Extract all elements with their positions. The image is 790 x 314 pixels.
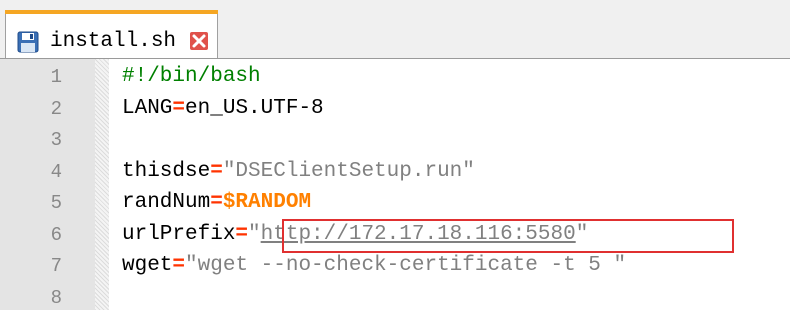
url-highlight-box: [282, 219, 734, 253]
code-token-op: =: [210, 191, 223, 214]
code-token-op: =: [172, 254, 186, 277]
line-number: 3: [50, 129, 62, 151]
code-token-plain: urlPrefix: [122, 222, 236, 246]
code-line[interactable]: 3: [0, 124, 790, 156]
line-text: thisdse="DSEClientSetup.run": [122, 156, 475, 188]
line-number: 2: [50, 97, 62, 120]
line-number: 5: [50, 192, 62, 214]
code-line[interactable]: 1 #!/bin/bash: [0, 61, 790, 93]
line-number: 8: [50, 286, 62, 309]
line-text: randNum=$RANDOM: [122, 187, 311, 219]
code-line[interactable]: 2 LANG=en_US.UTF-8: [0, 93, 790, 125]
close-icon[interactable]: [190, 32, 208, 50]
tab-active-indicator: [5, 10, 218, 14]
line-number: 6: [50, 223, 62, 246]
code-token-plain: randNum: [122, 191, 211, 214]
line-number: 1: [50, 66, 62, 88]
code-token-comment: #!/bin/bash: [122, 65, 261, 88]
code-token-op: =: [235, 222, 249, 246]
code-token-string: "DSEClientSetup.run": [222, 159, 475, 183]
code-token-plain: wget: [122, 254, 173, 277]
line-number: 4: [50, 160, 62, 183]
tab-install-sh[interactable]: install.sh: [5, 10, 218, 58]
tab-bar: install.sh: [0, 0, 790, 59]
code-token-string: ": [248, 222, 261, 246]
code-line[interactable]: 7 wget="wget --no-check-certificate -t 5 …: [0, 250, 790, 282]
code-editor[interactable]: 1 #!/bin/bash 2 LANG=en_US.UTF-8 3 4 thisdse="…: [0, 59, 790, 310]
line-text: #!/bin/bash: [122, 61, 261, 93]
code-token-op: =: [172, 96, 186, 120]
tab-title: install.sh: [50, 30, 177, 53]
code-line[interactable]: 4 thisdse="DSEClientSetup.run": [0, 156, 790, 188]
code-line[interactable]: 5 randNum=$RANDOM: [0, 187, 790, 219]
code-token-string: "wget --no-check-certificate -t 5 ": [185, 254, 627, 277]
code-line[interactable]: 8: [0, 282, 790, 314]
code-token-plain: LANG: [122, 96, 173, 120]
code-token-op: =: [210, 159, 223, 183]
editor-window: install.sh 1 #!/bin/bash 2 LANG=en_US.UTF-8…: [0, 0, 790, 310]
line-text: wget="wget --no-check-certificate -t 5 ": [122, 250, 626, 282]
code-token-var: $RANDOM: [222, 191, 312, 214]
code-token-plain: en_US.UTF-8: [185, 96, 324, 120]
floppy-disk-icon: [17, 31, 39, 53]
line-number: 7: [50, 255, 62, 277]
code-token-plain: thisdse: [122, 159, 211, 183]
line-text: LANG=en_US.UTF-8: [122, 93, 324, 125]
